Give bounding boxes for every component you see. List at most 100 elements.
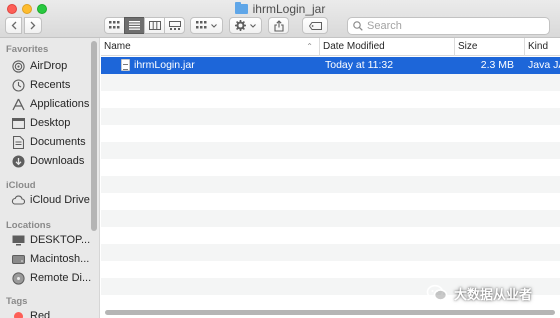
clock-icon — [11, 78, 25, 92]
empty-row — [101, 176, 560, 193]
share-icon — [273, 19, 284, 32]
sidebar-item-recents[interactable]: Recents — [11, 77, 97, 93]
empty-row — [101, 193, 560, 210]
sidebar-item-label: Documents — [30, 136, 86, 148]
document-icon — [11, 135, 25, 149]
disk-icon — [11, 252, 25, 266]
monitor-icon — [11, 233, 25, 247]
file-date-modified: Today at 11:32 — [325, 59, 394, 71]
empty-row — [101, 91, 560, 108]
empty-row — [101, 210, 560, 227]
action-button[interactable] — [229, 17, 262, 34]
empty-row — [101, 142, 560, 159]
empty-row — [101, 108, 560, 125]
sort-indicator-icon: ⌃ — [306, 42, 313, 51]
sidebar-scrollbar[interactable] — [91, 41, 97, 231]
sidebar-item-label: Macintosh... — [30, 253, 90, 265]
sidebar: Favorites AirDrop Recents Applications D… — [0, 38, 100, 318]
sidebar-section-tags: Tags — [6, 296, 28, 307]
sidebar-section-icloud: iCloud — [6, 180, 36, 191]
icon-grid-icon — [109, 21, 120, 29]
sidebar-item-applications[interactable]: Applications — [11, 96, 97, 112]
file-name: ihrmLogin.jar — [134, 59, 195, 71]
column-header-kind[interactable]: Kind — [524, 38, 560, 56]
chevron-down-icon — [250, 23, 256, 28]
sidebar-item-label: Recents — [30, 79, 71, 91]
column-header-bar: Name ⌃ Date Modified Size Kind — [101, 38, 560, 56]
empty-row — [101, 159, 560, 176]
applications-icon — [11, 97, 25, 111]
sidebar-item-label: Applications — [30, 98, 90, 110]
cloud-icon — [11, 193, 25, 207]
jar-file-icon — [121, 59, 130, 71]
group-grid-icon — [196, 21, 207, 29]
airdrop-icon — [11, 59, 25, 73]
column-header-date-label: Date Modified — [323, 41, 385, 52]
column-header-name-label: Name — [104, 41, 131, 52]
chevron-left-icon — [11, 21, 16, 30]
file-list: Name ⌃ Date Modified Size Kind ihrmLogin… — [101, 38, 560, 318]
folder-icon — [234, 2, 248, 14]
disc-icon — [11, 271, 25, 285]
sidebar-item-macintosh-hd[interactable]: Macintosh... — [11, 251, 97, 267]
sidebar-item-airdrop[interactable]: AirDrop — [11, 58, 97, 74]
list-view-button[interactable] — [124, 17, 145, 34]
column-header-kind-label: Kind — [528, 41, 549, 52]
search-field[interactable] — [347, 17, 550, 35]
chevron-down-icon — [211, 23, 217, 28]
desktop-icon — [11, 116, 25, 130]
search-icon — [353, 21, 363, 31]
empty-row — [101, 244, 560, 261]
icon-view-button[interactable] — [104, 17, 125, 34]
back-button[interactable] — [5, 17, 22, 34]
empty-row — [101, 74, 560, 91]
gallery-icon — [168, 21, 181, 30]
columns-icon — [148, 21, 161, 30]
watermark: 大数据从业者 — [426, 281, 556, 305]
download-icon — [11, 154, 25, 168]
sidebar-item-remote-disc[interactable]: Remote Di... — [11, 270, 97, 286]
column-header-date[interactable]: Date Modified — [319, 38, 454, 56]
file-row[interactable]: ihrmLogin.jar Today at 11:32 2.3 MB Java… — [101, 57, 560, 74]
sidebar-item-icloud-drive[interactable]: iCloud Drive — [11, 192, 97, 208]
sidebar-item-desktop[interactable]: Desktop — [11, 115, 97, 131]
red-tag-dot-icon — [11, 309, 25, 318]
sidebar-item-label: AirDrop — [30, 60, 68, 72]
window-title: ihrmLogin_jar — [0, 2, 560, 16]
share-button[interactable] — [268, 17, 289, 34]
edit-tags-button[interactable] — [302, 17, 328, 34]
sidebar-item-tag-red[interactable]: Red — [11, 308, 97, 318]
horizontal-scrollbar[interactable] — [105, 310, 555, 315]
empty-row — [101, 261, 560, 278]
column-header-size-label: Size — [458, 41, 478, 52]
file-rows: ihrmLogin.jar Today at 11:32 2.3 MB Java… — [101, 57, 560, 312]
sidebar-item-label: iCloud Drive — [30, 194, 90, 206]
sidebar-item-downloads[interactable]: Downloads — [11, 153, 97, 169]
window-toolbar: ihrmLogin_jar — [0, 0, 560, 38]
sidebar-item-documents[interactable]: Documents — [11, 134, 97, 150]
column-view-button[interactable] — [144, 17, 165, 34]
empty-row — [101, 227, 560, 244]
wechat-logo-icon — [426, 284, 448, 301]
sidebar-item-desktop-computer[interactable]: DESKTOP... — [11, 232, 97, 248]
column-header-name[interactable]: Name ⌃ — [101, 38, 319, 56]
group-by-button[interactable] — [190, 17, 223, 34]
sidebar-item-label: Remote Di... — [30, 272, 92, 284]
tag-icon — [308, 21, 322, 30]
sidebar-item-label: Red — [30, 310, 51, 318]
gallery-view-button[interactable] — [164, 17, 185, 34]
sidebar-section-locations: Locations — [6, 220, 51, 231]
window-title-text: ihrmLogin_jar — [252, 2, 326, 16]
empty-row — [101, 125, 560, 142]
sidebar-item-label: Desktop — [30, 117, 71, 129]
file-kind: Java JAR — [528, 59, 560, 71]
forward-button[interactable] — [24, 17, 42, 34]
file-size: 2.3 MB — [480, 59, 514, 71]
sidebar-item-label: DESKTOP... — [30, 234, 91, 246]
gear-icon — [235, 20, 246, 31]
column-header-size[interactable]: Size — [454, 38, 524, 56]
search-input[interactable] — [367, 20, 537, 32]
sidebar-section-favorites: Favorites — [6, 44, 49, 55]
sidebar-item-label: Downloads — [30, 155, 85, 167]
chevron-right-icon — [30, 21, 36, 30]
